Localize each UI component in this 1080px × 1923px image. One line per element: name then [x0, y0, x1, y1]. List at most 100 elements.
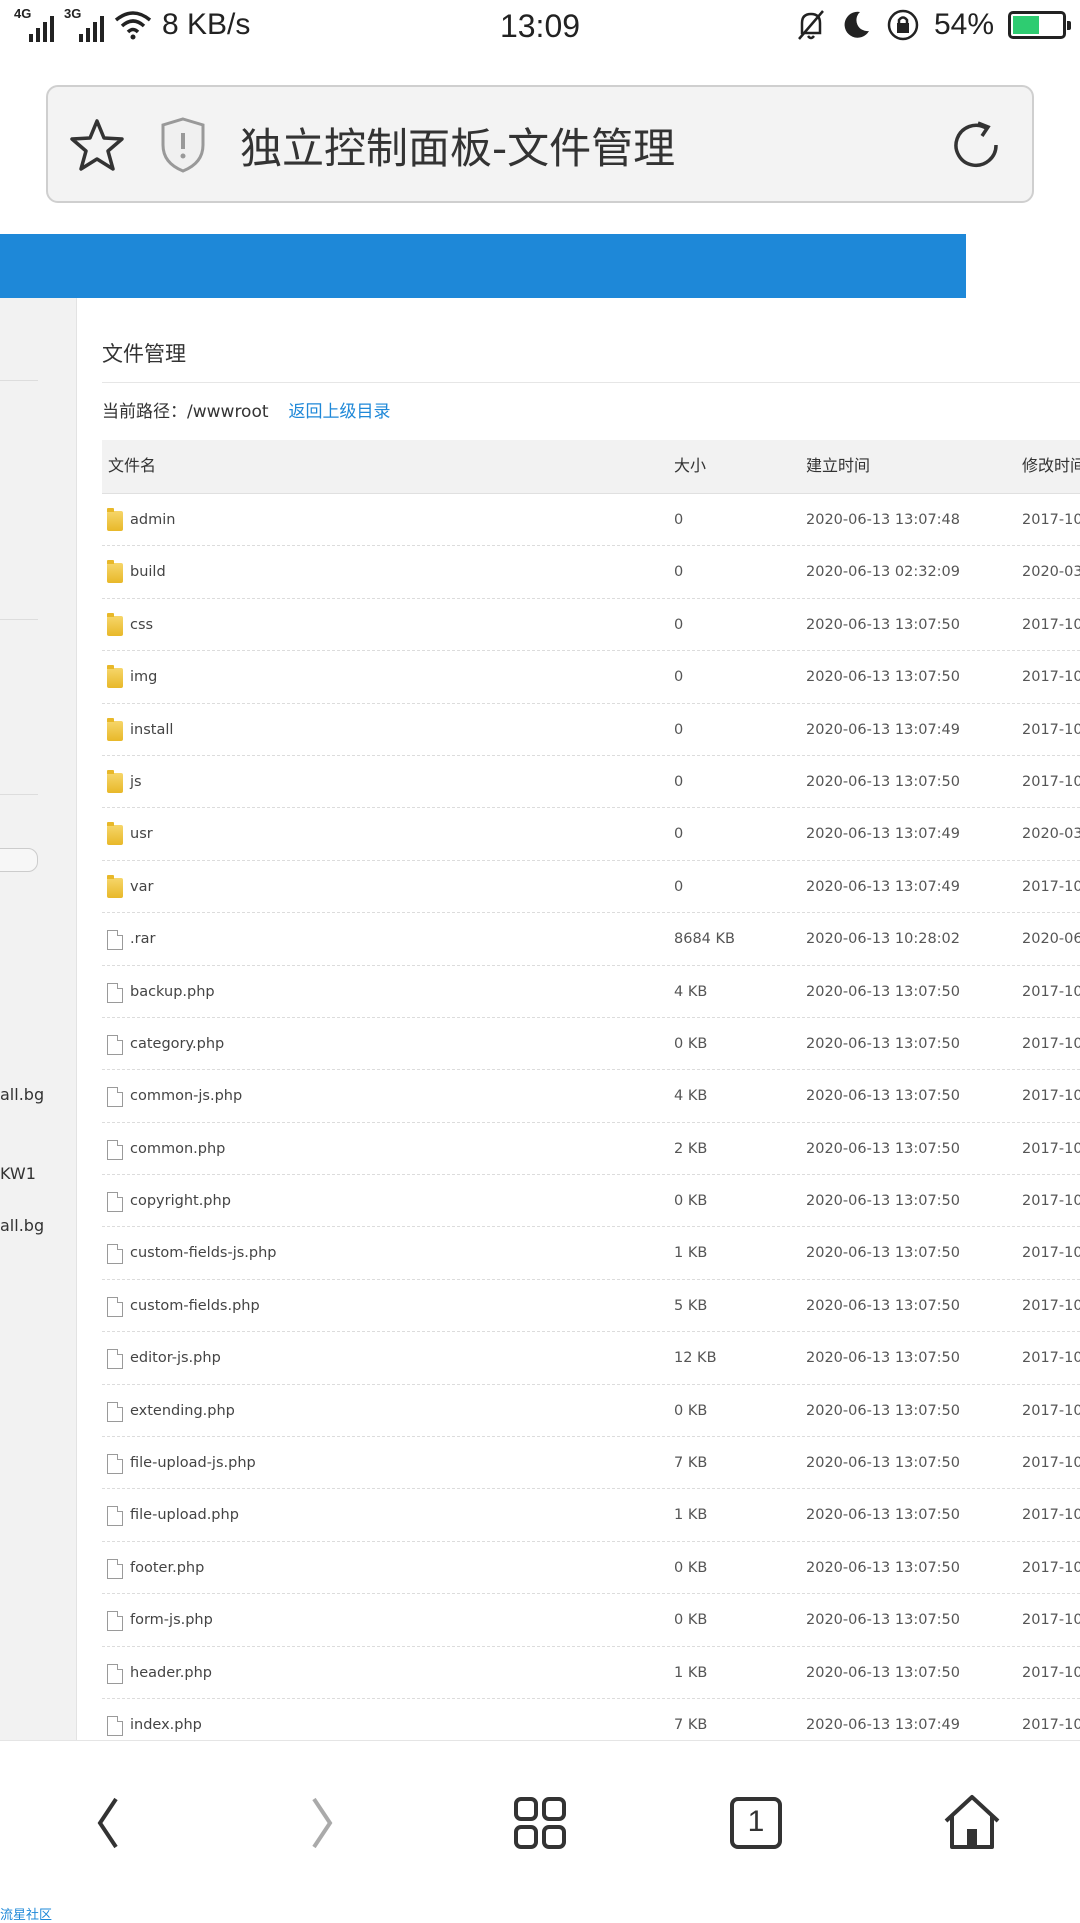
col-modified[interactable]: 修改时间	[1022, 440, 1080, 492]
file-modified: 2017-10-	[1022, 1350, 1080, 1367]
apps-grid-icon[interactable]	[508, 1791, 572, 1855]
table-row[interactable]: css 0 2020-06-13 13:07:50 2017-10-	[102, 599, 1080, 652]
file-icon	[107, 1349, 123, 1370]
table-row[interactable]: common.php 2 KB 2020-06-13 13:07:50 2017-10…	[102, 1123, 1080, 1176]
file-size: 0 KB	[674, 1035, 708, 1052]
tab-count: 1	[747, 1805, 765, 1838]
table-row[interactable]: custom-fields-js.php 1 KB 2020-06-13 13:07…	[102, 1227, 1080, 1280]
back-icon[interactable]	[76, 1791, 140, 1855]
table-row[interactable]: build 0 2020-06-13 02:32:09 2020-03-	[102, 546, 1080, 599]
file-name[interactable]: css	[130, 599, 153, 651]
sidebar-text-2: KW1	[0, 1164, 36, 1183]
battery-icon	[1008, 11, 1071, 39]
mute-bell-icon	[798, 10, 824, 40]
file-created: 2020-06-13 13:07:49	[806, 721, 960, 738]
file-name[interactable]: custom-fields.php	[130, 1280, 260, 1332]
table-row[interactable]: footer.php 0 KB 2020-06-13 13:07:50 2017-10…	[102, 1542, 1080, 1595]
battery-level-fill	[1013, 16, 1039, 34]
file-name[interactable]: js	[130, 756, 142, 808]
table-row[interactable]: js 0 2020-06-13 13:07:50 2017-10-	[102, 756, 1080, 809]
star-icon[interactable]	[68, 117, 126, 175]
shield-warning-icon[interactable]	[158, 115, 208, 175]
wifi-icon	[114, 11, 152, 40]
file-created: 2020-06-13 13:07:50	[806, 1088, 960, 1105]
table-row[interactable]: backup.php 4 KB 2020-06-13 13:07:50 2017-10…	[102, 966, 1080, 1018]
file-name[interactable]: extending.php	[130, 1385, 235, 1437]
file-name[interactable]: common-js.php	[130, 1070, 242, 1122]
table-row[interactable]: img 0 2020-06-13 13:07:50 2017-10-	[102, 651, 1080, 704]
table-row[interactable]: usr 0 2020-06-13 13:07:49 2020-03-	[102, 808, 1080, 861]
file-name[interactable]: var	[130, 861, 153, 913]
file-size: 5 KB	[674, 1297, 708, 1314]
file-created: 2020-06-13 13:07:50	[806, 1664, 960, 1681]
table-row[interactable]: category.php 0 KB 2020-06-13 13:07:50 2017-…	[102, 1018, 1080, 1071]
sidebar-search-input[interactable]	[0, 848, 38, 872]
table-row[interactable]: index.php 7 KB 2020-06-13 13:07:49 2017-10-	[102, 1699, 1080, 1740]
file-name[interactable]: common.php	[130, 1123, 225, 1175]
file-name[interactable]: header.php	[130, 1647, 212, 1699]
file-name[interactable]: editor-js.php	[130, 1332, 221, 1384]
table-row[interactable]: copyright.php 0 KB 2020-06-13 13:07:50 2017…	[102, 1175, 1080, 1228]
file-icon	[107, 1034, 123, 1055]
table-row[interactable]: .rar 8684 KB 2020-06-13 10:28:02 2020-06-	[102, 913, 1080, 966]
table-row[interactable]: file-upload.php 1 KB 2020-06-13 13:07:50 20…	[102, 1489, 1080, 1542]
file-size: 12 KB	[674, 1350, 717, 1367]
reload-icon[interactable]	[948, 117, 1004, 173]
file-name[interactable]: backup.php	[130, 966, 215, 1018]
file-size: 0 KB	[674, 1559, 708, 1576]
tabs-icon[interactable]: 1	[724, 1791, 788, 1855]
table-row[interactable]: form-js.php 0 KB 2020-06-13 13:07:50 2017-1…	[102, 1594, 1080, 1647]
sidebar-text-3: all.bg	[0, 1216, 45, 1235]
file-name[interactable]: copyright.php	[130, 1175, 231, 1227]
file-name[interactable]: usr	[130, 808, 153, 860]
file-size: 0	[674, 878, 684, 895]
col-name[interactable]: 文件名	[108, 440, 156, 492]
file-created: 2020-06-13 13:07:50	[806, 773, 960, 790]
top-header-bar	[0, 234, 966, 298]
file-created: 2020-06-13 02:32:09	[806, 564, 960, 581]
forward-icon[interactable]	[290, 1791, 354, 1855]
table-row[interactable]: admin 0 2020-06-13 13:07:48 2017-10-	[102, 494, 1080, 547]
network-speed: 8 KB/s	[162, 8, 251, 41]
file-size: 7 KB	[674, 1455, 708, 1472]
table-row[interactable]: file-upload-js.php 7 KB 2020-06-13 13:07:5…	[102, 1437, 1080, 1490]
file-size: 0 KB	[674, 1402, 708, 1419]
file-icon	[107, 1558, 123, 1579]
file-size: 0	[674, 564, 684, 581]
table-row[interactable]: extending.php 0 KB 2020-06-13 13:07:50 2017…	[102, 1385, 1080, 1438]
file-icon	[107, 1244, 123, 1265]
file-size: 0 KB	[674, 1612, 708, 1629]
file-name[interactable]: footer.php	[130, 1542, 204, 1594]
home-icon[interactable]	[940, 1791, 1004, 1855]
file-icon	[107, 1715, 123, 1736]
file-name[interactable]: custom-fields-js.php	[130, 1227, 277, 1279]
file-modified: 2017-10-	[1022, 1088, 1080, 1105]
file-created: 2020-06-13 13:07:50	[806, 1507, 960, 1524]
col-size[interactable]: 大小	[674, 440, 706, 492]
file-modified: 2017-10-	[1022, 1193, 1080, 1210]
table-row[interactable]: editor-js.php 12 KB 2020-06-13 13:07:50 201…	[102, 1332, 1080, 1385]
table-row[interactable]: common-js.php 4 KB 2020-06-13 13:07:50 2017…	[102, 1070, 1080, 1123]
file-name[interactable]: admin	[130, 494, 175, 546]
file-name[interactable]: build	[130, 546, 166, 598]
footer-link[interactable]: 流星社区	[0, 1904, 52, 1923]
table-row[interactable]: header.php 1 KB 2020-06-13 13:07:50 2017-10…	[102, 1647, 1080, 1699]
table-row[interactable]: var 0 2020-06-13 13:07:49 2017-10-	[102, 861, 1080, 914]
file-name[interactable]: category.php	[130, 1018, 224, 1070]
address-bar[interactable]: 独立控制面板-文件管理	[46, 85, 1034, 203]
file-name[interactable]: file-upload-js.php	[130, 1437, 256, 1489]
file-name[interactable]: img	[130, 651, 157, 703]
file-name[interactable]: form-js.php	[130, 1594, 213, 1646]
file-name[interactable]: file-upload.php	[130, 1489, 239, 1541]
col-created[interactable]: 建立时间	[806, 440, 870, 492]
file-size: 8684 KB	[674, 931, 735, 948]
moon-icon	[844, 11, 869, 38]
table-row[interactable]: install 0 2020-06-13 13:07:49 2017-10-	[102, 704, 1080, 756]
file-icon	[107, 1192, 123, 1213]
table-row[interactable]: custom-fields.php 5 KB 2020-06-13 13:07:50…	[102, 1280, 1080, 1333]
file-size: 0 KB	[674, 1193, 708, 1210]
parent-directory-link[interactable]: 返回上级目录	[289, 402, 391, 422]
file-name[interactable]: .rar	[130, 913, 155, 965]
file-name[interactable]: index.php	[130, 1699, 202, 1740]
file-name[interactable]: install	[130, 704, 173, 756]
